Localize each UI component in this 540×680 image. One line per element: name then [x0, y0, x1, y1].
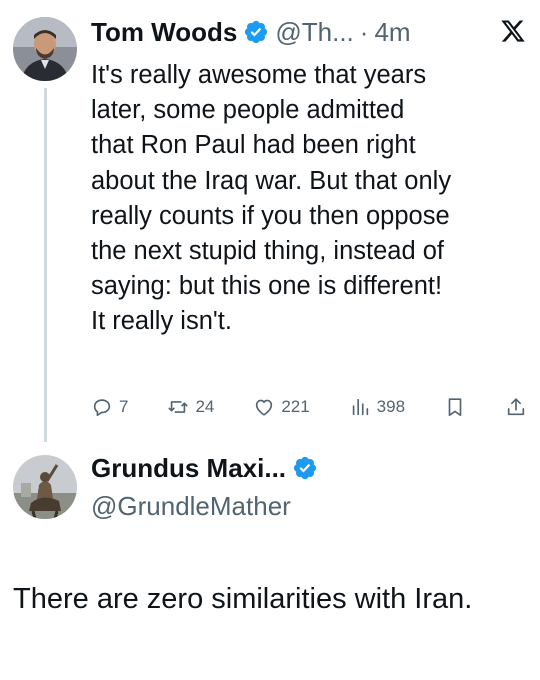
dot-separator: ·	[359, 16, 369, 47]
thread-connector-line	[44, 88, 47, 442]
verified-badge-icon	[245, 20, 268, 44]
avatar-grundus[interactable]	[13, 455, 77, 519]
reply-author-name[interactable]: Grundus Maxi...	[91, 453, 286, 484]
tweet-screenshot: Tom Woods @Th... · 4m It's really awesom…	[0, 0, 540, 680]
tweet-text: It's really awesome that years later, so…	[91, 61, 452, 336]
like-button[interactable]: 221	[253, 396, 310, 418]
views-button[interactable]: 398	[349, 396, 405, 418]
views-count: 398	[376, 397, 406, 416]
author-name[interactable]: Tom Woods	[91, 17, 237, 48]
tweet-header: Tom Woods @Th... · 4m	[91, 14, 411, 50]
retweet-icon	[168, 401, 188, 413]
retweet-count: 24	[195, 397, 215, 416]
share-icon	[507, 398, 525, 416]
author-handle[interactable]: @Th...	[275, 17, 353, 48]
views-icon	[352, 398, 368, 416]
bookmark-button[interactable]	[444, 396, 466, 418]
x-logo-icon	[501, 20, 525, 42]
tweet-timestamp[interactable]: 4m	[374, 17, 410, 48]
bookmark-icon	[448, 398, 462, 417]
heart-icon	[256, 399, 273, 416]
reply-author-handle[interactable]: @GrundleMather	[91, 491, 291, 522]
verified-badge-icon	[293, 456, 317, 480]
reply-text: There are zero similarities with Iran.	[13, 583, 473, 615]
like-count: 221	[281, 397, 310, 416]
reply-header: Grundus Maxi...	[91, 450, 318, 486]
reply-button[interactable]: 7	[91, 396, 128, 418]
tweet-actions-bar: 7 24 221 398	[91, 393, 527, 421]
avatar-tom-woods[interactable]	[13, 17, 77, 81]
retweet-button[interactable]: 24	[167, 396, 214, 418]
reply-count: 7	[119, 397, 129, 416]
reply-icon	[93, 399, 111, 417]
share-button[interactable]	[505, 396, 527, 418]
